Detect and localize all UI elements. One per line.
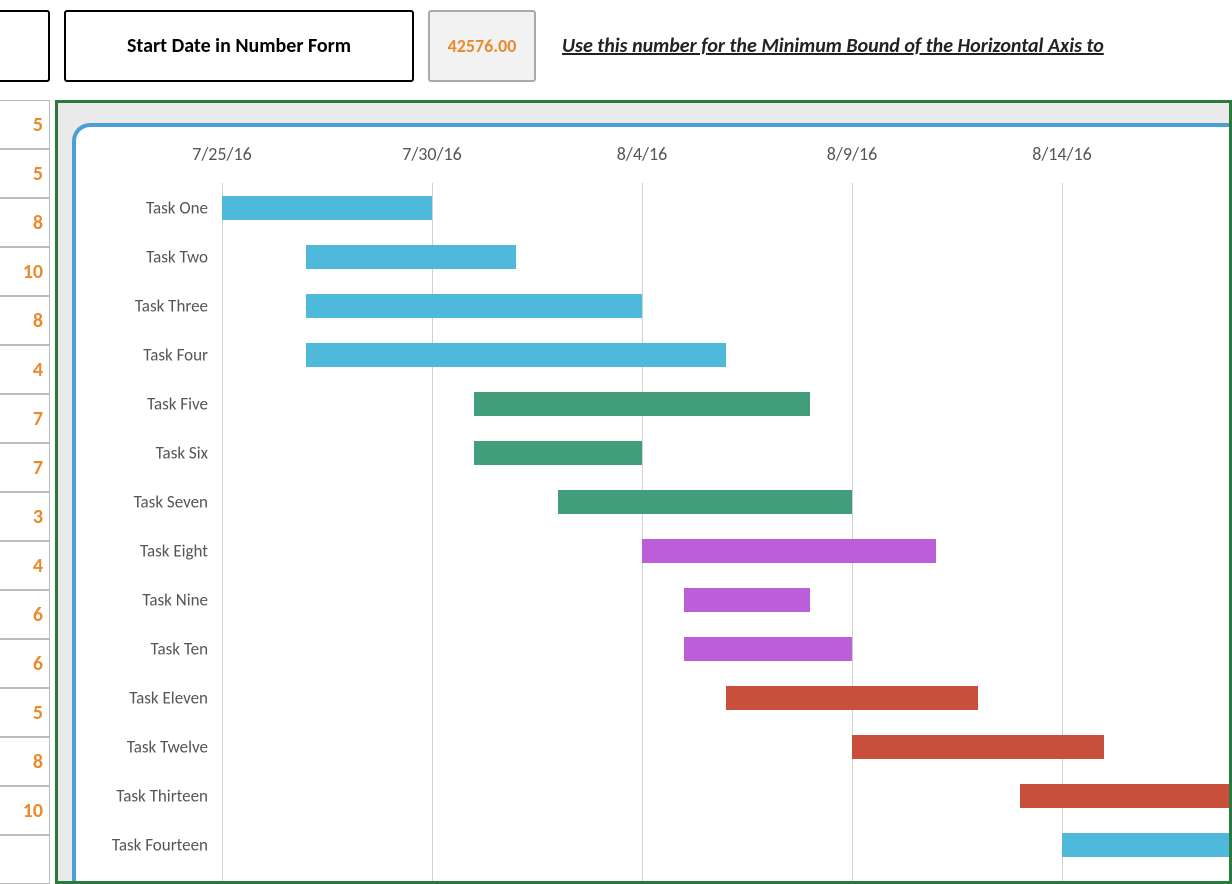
task-label: Task Eight [140,540,216,561]
axis-tick: 8/4/16 [617,143,667,165]
row-header-cell[interactable]: 7 [0,394,50,443]
task-label: Task Twelve [127,736,216,757]
row-header-cell[interactable] [0,835,50,884]
row-header-cell[interactable]: 5 [0,149,50,198]
task-bar[interactable] [852,735,1104,759]
task-row: Task Nine [76,575,1229,624]
task-label: Task Six [156,442,216,463]
task-label: Task Five [147,393,216,414]
task-row: Task Fifteen [76,869,1229,881]
task-row: Task Seven [76,477,1229,526]
task-bar[interactable] [306,343,726,367]
task-label: Task Seven [134,491,216,512]
axis-tick: 8/9/16 [827,143,877,165]
task-row: Task Eight [76,526,1229,575]
start-date-value: 42576.00 [448,35,517,57]
task-bar[interactable] [1020,784,1229,808]
header-spacer-cell [0,10,50,82]
task-label: Task One [146,197,216,218]
row-header-cell[interactable]: 8 [0,296,50,345]
task-label: Task Three [135,295,216,316]
row-header-cell[interactable]: 5 [0,100,50,149]
task-label: Task Eleven [129,687,216,708]
task-row: Task Eleven [76,673,1229,722]
row-header-cell[interactable]: 6 [0,590,50,639]
task-bar[interactable] [1062,833,1229,857]
header-note-cell: Use this number for the Minimum Bound of… [550,10,1232,82]
axis-tick: 7/30/16 [402,143,462,165]
task-row: Task Six [76,428,1229,477]
row-header-cell[interactable]: 7 [0,443,50,492]
task-bar[interactable] [558,490,852,514]
task-label: Task Four [143,344,216,365]
task-bar[interactable] [306,294,642,318]
task-label: Task Nine [142,589,216,610]
x-axis: 7/25/16 7/30/16 8/4/16 8/9/16 8/14/16 [76,143,1229,183]
task-bar[interactable] [474,441,642,465]
row-header-cell[interactable]: 10 [0,786,50,835]
axis-tick: 8/14/16 [1032,143,1092,165]
task-bar[interactable] [684,637,852,661]
task-bar[interactable] [684,588,810,612]
task-row: Task Five [76,379,1229,428]
task-bar[interactable] [306,245,516,269]
axis-tick: 7/25/16 [192,143,252,165]
task-row: Task One [76,183,1229,232]
task-label: Task Thirteen [116,785,216,806]
task-row: Task Three [76,281,1229,330]
task-row: Task Two [76,232,1229,281]
task-bar[interactable] [642,539,936,563]
task-label: Task Two [146,246,216,267]
row-header-column: 55810847734665810 [0,100,50,884]
row-header-cell[interactable]: 6 [0,639,50,688]
row-header-cell[interactable]: 10 [0,247,50,296]
gantt-chart[interactable]: 7/25/16 7/30/16 8/4/16 8/9/16 8/14/16 Task O… [72,123,1229,881]
task-rows: Task One Task Two Task Three Task Four Task … [76,183,1229,881]
row-header-cell[interactable]: 8 [0,737,50,786]
task-row: Task Twelve [76,722,1229,771]
header-note-text: Use this number for the Minimum Bound of… [562,34,1104,58]
chart-frame: 7/25/16 7/30/16 8/4/16 8/9/16 8/14/16 Task O… [55,100,1232,884]
header-row: Start Date in Number Form 42576.00 Use t… [0,10,1232,82]
start-date-label-cell: Start Date in Number Form [64,10,414,82]
task-label: Task Fourteen [112,834,216,855]
row-header-cell[interactable]: 8 [0,198,50,247]
task-label: Task Ten [151,638,216,659]
task-row: Task Thirteen [76,771,1229,820]
start-date-value-cell[interactable]: 42576.00 [428,10,536,82]
task-bar[interactable] [474,392,810,416]
row-header-cell[interactable]: 4 [0,345,50,394]
task-row: Task Fourteen [76,820,1229,869]
task-bar[interactable] [726,686,978,710]
task-row: Task Four [76,330,1229,379]
row-header-cell[interactable]: 4 [0,541,50,590]
task-row: Task Ten [76,624,1229,673]
row-header-cell[interactable]: 5 [0,688,50,737]
task-bar[interactable] [222,196,432,220]
row-header-cell[interactable]: 3 [0,492,50,541]
start-date-label: Start Date in Number Form [127,34,351,58]
